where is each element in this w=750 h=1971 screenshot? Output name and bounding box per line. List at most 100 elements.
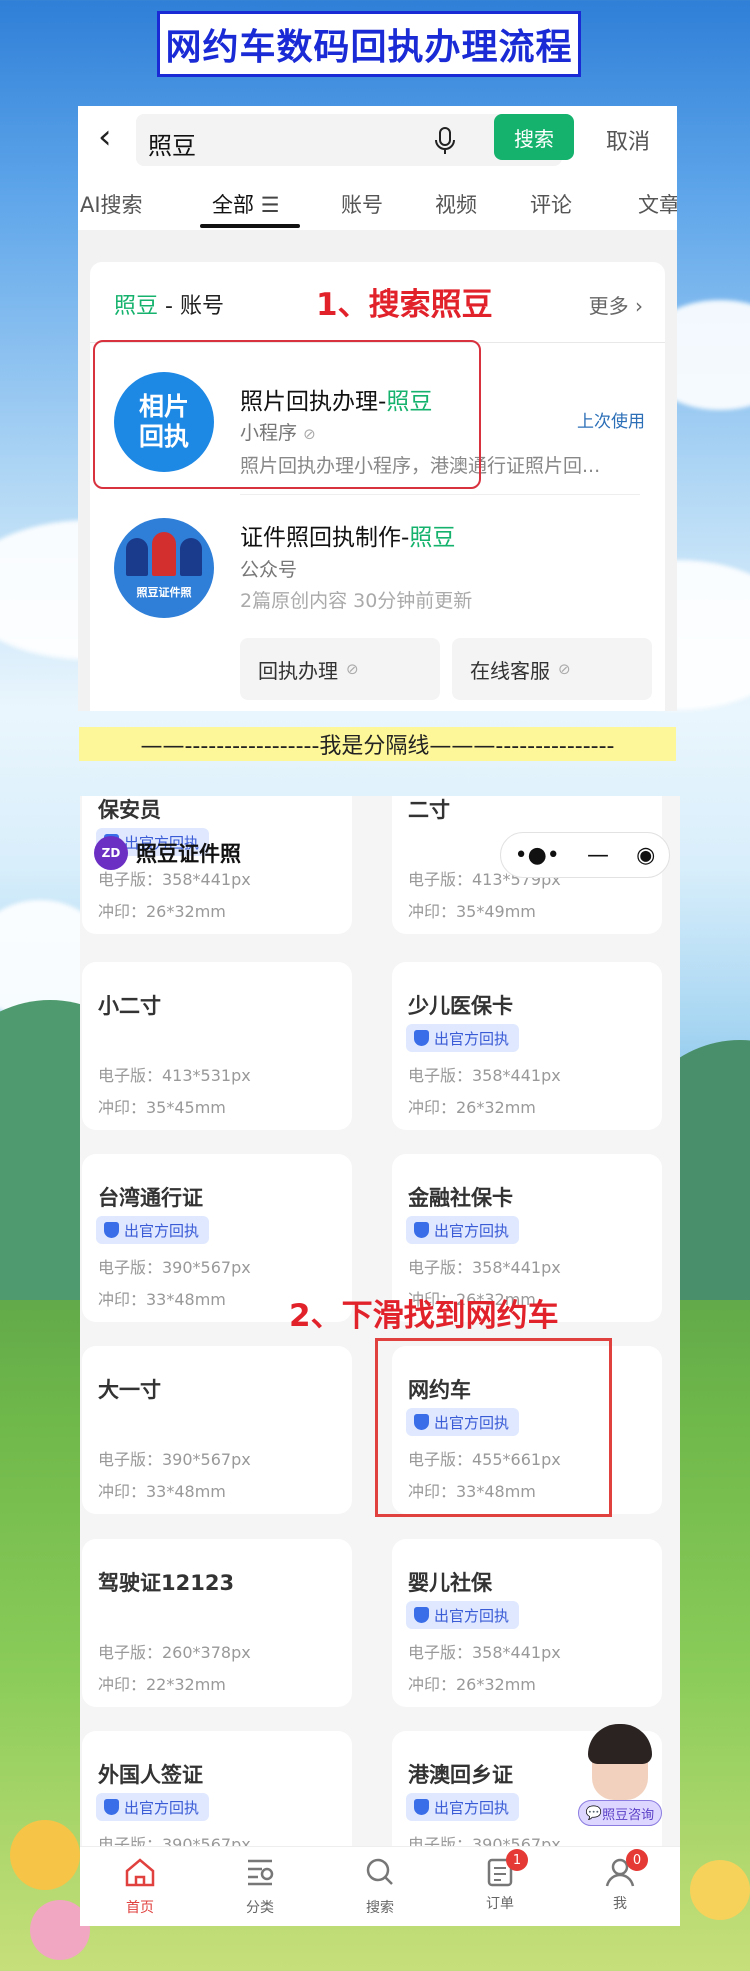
cancel-button[interactable]: 取消 [606, 124, 650, 156]
print-size: 冲印：35*45mm [98, 1098, 226, 1117]
tab-video[interactable]: 视频 [435, 189, 477, 219]
badge-label: 出官方回执 [434, 1606, 510, 1625]
official-receipt-badge: 出官方回执 [406, 1024, 520, 1052]
spec-name: 金融社保卡 [408, 1186, 513, 1210]
shield-check-icon [414, 1799, 429, 1815]
link-icon: ⊘ [558, 660, 571, 678]
official-receipt-badge: 出官方回执 [406, 1216, 520, 1244]
message-count-badge: 0 [626, 1849, 648, 1871]
shield-check-icon [104, 1222, 119, 1238]
official-receipt-badge: 出官方回执 [406, 1601, 520, 1629]
online-service-button[interactable]: 在线客服 ⊘ [452, 638, 652, 700]
spec-name: 保安员 [98, 798, 161, 822]
nav-category[interactable]: 分类 [220, 1857, 300, 1917]
page-title: 网约车数码回执办理流程 [165, 27, 573, 68]
result-title[interactable]: 证件照回执制作-照豆 [240, 518, 455, 552]
spec-card[interactable]: 婴儿社保出官方回执电子版：358*441px 冲印：26*32mm [392, 1539, 662, 1707]
spec-card[interactable]: 少儿医保卡出官方回执电子版：358*441px 冲印：26*32mm [392, 962, 662, 1130]
spec-name: 港澳回乡证 [408, 1763, 513, 1787]
badge-label: 出官方回执 [124, 1221, 200, 1240]
print-size: 冲印：26*32mm [98, 902, 226, 921]
mini-program-capsule[interactable]: •●• — ◉ [500, 832, 670, 878]
spec-name: 台湾通行证 [98, 1186, 203, 1210]
badge-label: 出官方回执 [434, 1221, 510, 1240]
spec-card[interactable]: 大一寸电子版：390*567px 冲印：33*48mm [82, 1346, 352, 1514]
tab-article[interactable]: 文章 [638, 189, 677, 219]
link-icon: ⊘ [346, 660, 359, 678]
official-receipt-badge: 出官方回执 [96, 1793, 210, 1821]
electronic-size: 电子版：358*441px [408, 1643, 561, 1662]
print-size: 冲印：22*32mm [98, 1675, 226, 1694]
card-heading: 照豆 - 账号 [114, 294, 224, 319]
search-bar: ‹ 照豆 搜索 取消 [78, 106, 677, 172]
mini-program-header: ZD 照豆证件照 [94, 836, 241, 870]
more-dots-icon[interactable]: •●• [515, 843, 560, 868]
tab-all[interactable]: 全部 ☰ [212, 189, 280, 219]
spec-name: 驾驶证12123 [98, 1571, 235, 1595]
print-size: 冲印：26*32mm [408, 1098, 536, 1117]
badge-label: 出官方回执 [434, 1798, 510, 1817]
nav-me[interactable]: 0 我 [580, 1849, 660, 1913]
badge-label: 出官方回执 [124, 1798, 200, 1817]
electronic-size: 电子版：413*531px [98, 1066, 251, 1085]
electronic-size: 电子版：358*441px [408, 1258, 561, 1277]
official-receipt-badge: 出官方回执 [406, 1793, 520, 1821]
search-button[interactable]: 搜索 [494, 114, 574, 160]
search-icon [366, 1858, 393, 1885]
step1-annotation: 1、搜索照豆 [316, 287, 493, 323]
result-type: 公众号 [240, 559, 298, 581]
print-size: 冲印：26*32mm [408, 1675, 536, 1694]
spec-name: 小二寸 [98, 994, 161, 1018]
electronic-size: 电子版：390*567px [98, 1258, 251, 1277]
home-icon [125, 1858, 155, 1887]
official-receipt-badge: 出官方回执 [96, 1216, 210, 1244]
spec-card[interactable]: 小二寸电子版：413*531px 冲印：35*45mm [82, 962, 352, 1130]
minimize-icon[interactable]: — [587, 843, 609, 868]
badge-label: 出官方回执 [434, 1029, 510, 1048]
result-description: 2篇原创内容 30分钟前更新 [240, 590, 473, 612]
official-account-avatar[interactable]: 照豆证件照 [114, 518, 214, 618]
bottom-navigation: 首页 分类 搜索 1 订单 0 我 [80, 1846, 680, 1926]
receipt-service-button[interactable]: 回执办理 ⊘ [240, 638, 440, 700]
print-size: 冲印：35*49mm [408, 902, 536, 921]
chat-icon: 💬 [585, 1805, 603, 1821]
more-link[interactable]: 更多 › [589, 290, 643, 319]
tab-account[interactable]: 账号 [341, 189, 383, 219]
customer-service-widget[interactable]: 💬 照豆咨询 [578, 1724, 662, 1838]
electronic-size: 电子版：260*378px [98, 1643, 251, 1662]
electronic-size: 电子版：390*567px [98, 1450, 251, 1469]
page-title-banner: 网约车数码回执办理流程 [157, 11, 581, 77]
back-arrow-icon[interactable]: ‹ [98, 120, 112, 154]
tab-ai-search[interactable]: AI搜索 [80, 189, 143, 219]
spec-name: 外国人签证 [98, 1763, 203, 1787]
search-query: 照豆 [148, 132, 196, 160]
filter-icon: ☰ [260, 193, 280, 217]
customer-service-label: 💬 照豆咨询 [578, 1800, 662, 1826]
nav-order[interactable]: 1 订单 [460, 1849, 540, 1913]
highlight-box [375, 1338, 612, 1517]
spec-name: 二寸 [408, 798, 450, 822]
spec-card[interactable]: 驾驶证12123 电子版：260*378px 冲印：22*32mm [82, 1539, 352, 1707]
separator-banner: ——-----------------我是分隔线———-------------… [79, 727, 676, 761]
tab-comment[interactable]: 评论 [530, 189, 572, 219]
electronic-size: 电子版：358*441px [408, 1066, 561, 1085]
nav-search[interactable]: 搜索 [340, 1857, 420, 1917]
microphone-icon[interactable] [432, 126, 458, 156]
shield-check-icon [414, 1222, 429, 1238]
spec-name: 少儿医保卡 [408, 994, 513, 1018]
close-target-icon[interactable]: ◉ [636, 843, 655, 868]
search-tabs: AI搜索 全部 ☰ 账号 视频 评论 文章 [78, 172, 677, 230]
order-count-badge: 1 [506, 1849, 528, 1871]
spec-name: 大一寸 [98, 1378, 161, 1402]
active-tab-indicator [200, 224, 300, 228]
shield-check-icon [414, 1030, 429, 1046]
category-icon [248, 1859, 274, 1886]
spec-name: 婴儿社保 [408, 1571, 492, 1595]
highlight-box [93, 340, 481, 489]
nav-home[interactable]: 首页 [100, 1857, 180, 1917]
shield-check-icon [104, 1799, 119, 1815]
last-used-label: 上次使用 [577, 412, 645, 432]
step2-annotation: 2、下滑找到网约车 [289, 1298, 559, 1334]
mini-program-logo: ZD [94, 836, 128, 870]
print-size: 冲印：33*48mm [98, 1482, 226, 1501]
